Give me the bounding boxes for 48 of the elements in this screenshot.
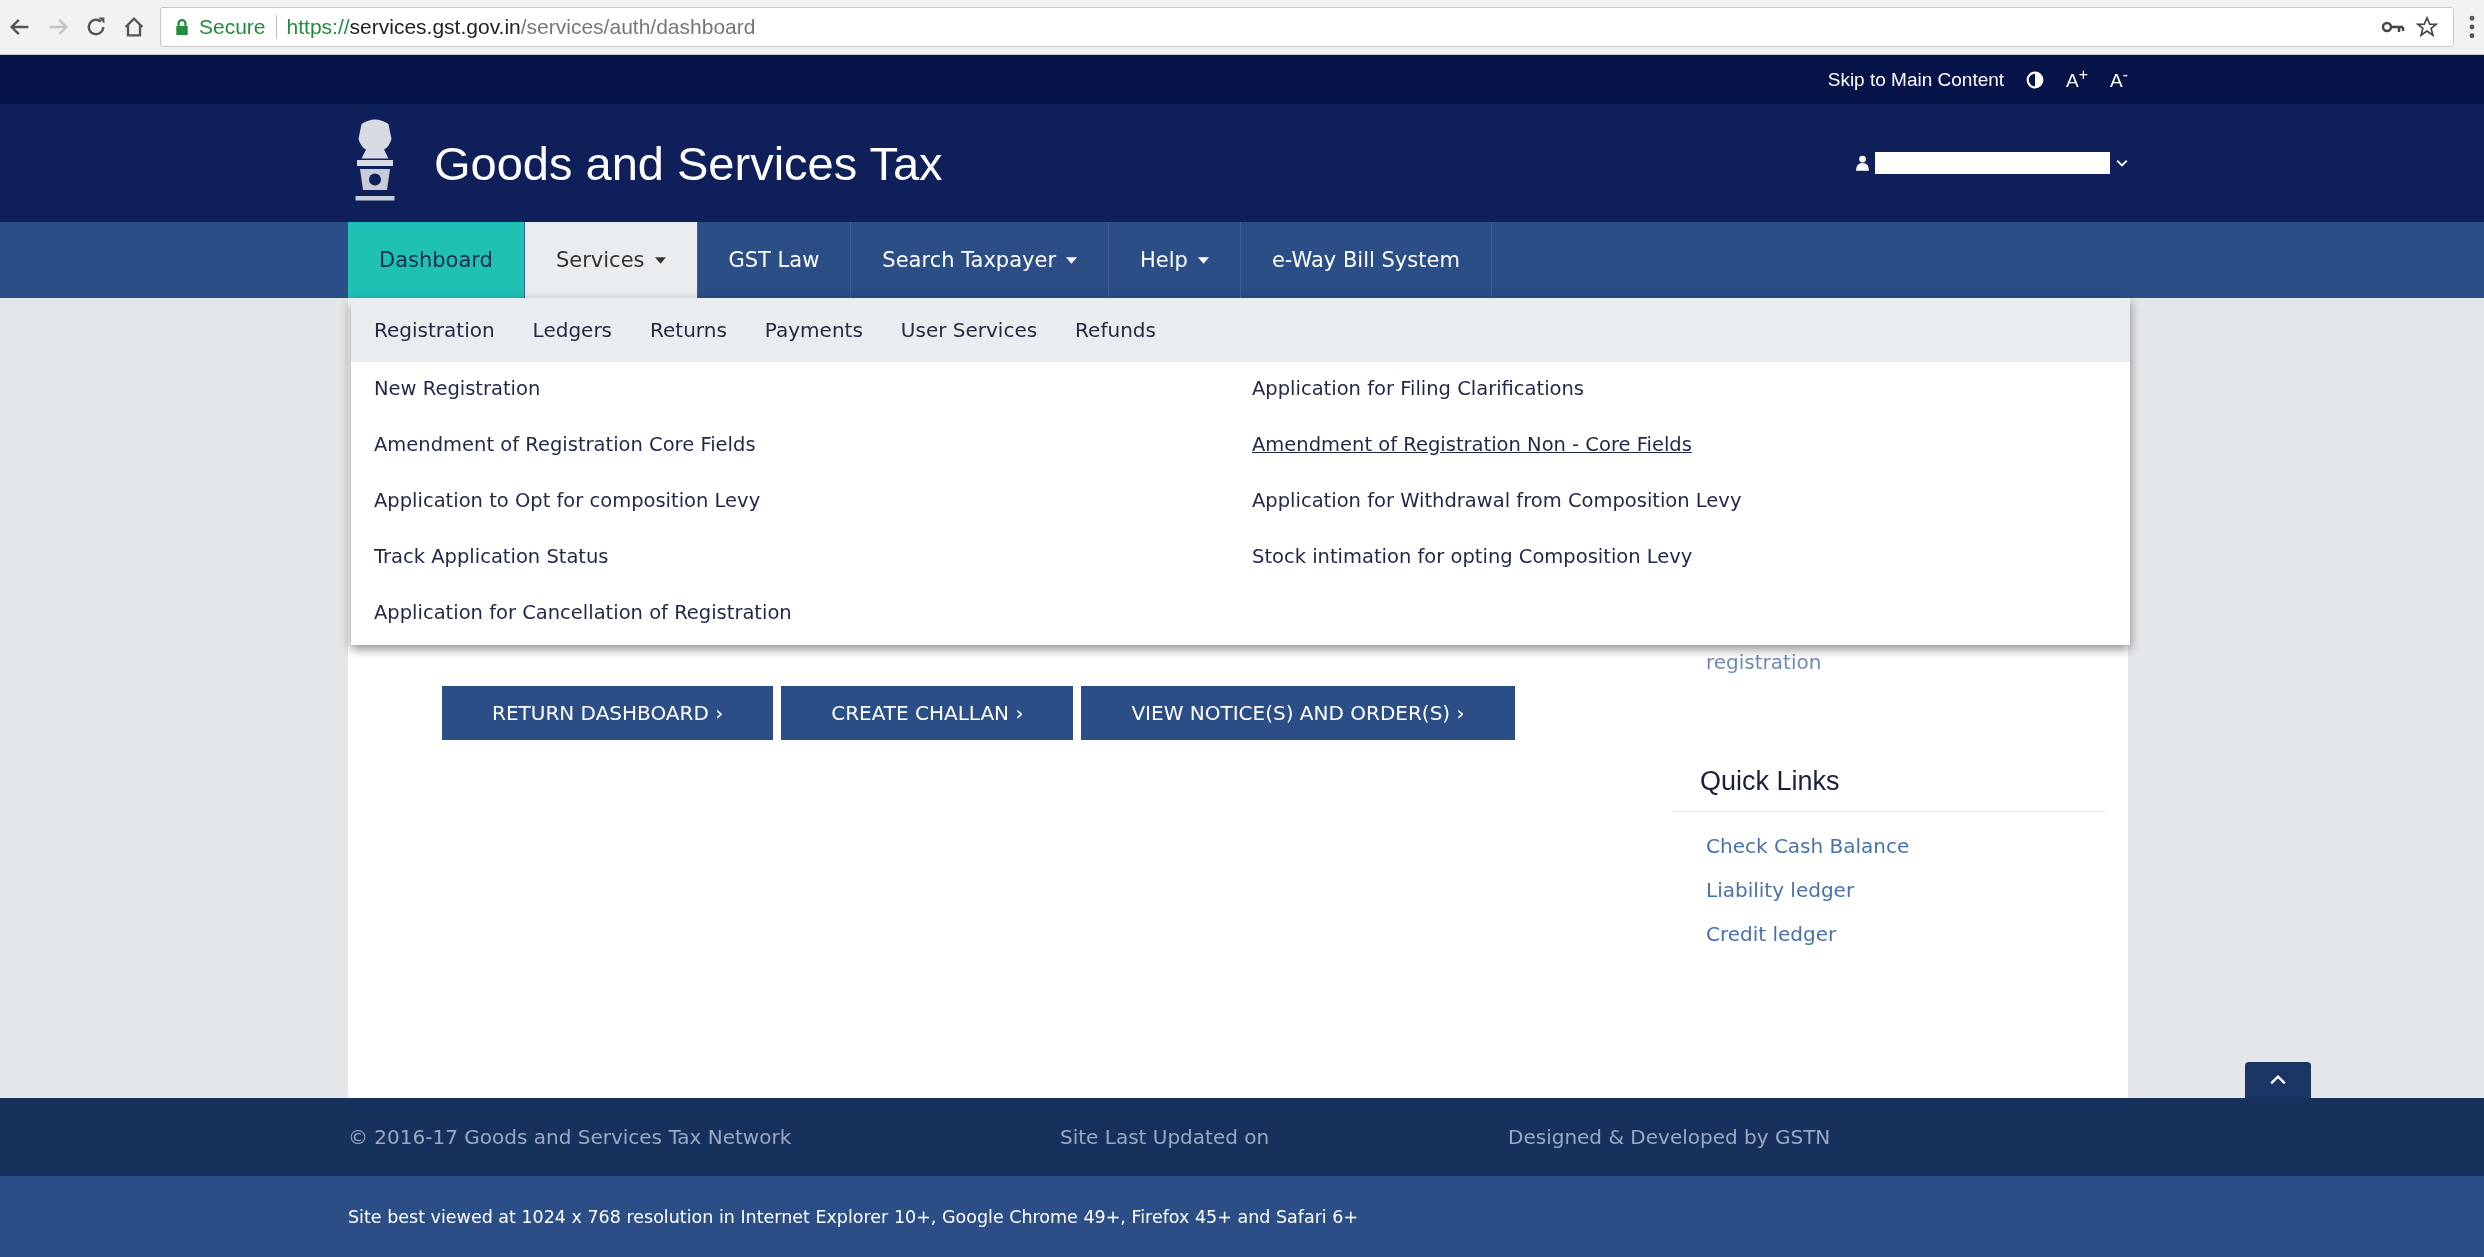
submenu-tab[interactable]: Payments bbox=[764, 318, 863, 342]
link-text[interactable]: registration bbox=[1706, 650, 1822, 674]
menu-item[interactable]: Application for Filing Clarifications bbox=[1252, 374, 1585, 430]
last-updated-text: Site Last Updated on bbox=[1060, 1125, 1271, 1149]
nav-tab[interactable]: Services bbox=[524, 222, 698, 298]
menu-item[interactable]: Application to Opt for composition Levy bbox=[374, 486, 761, 542]
lock-icon bbox=[175, 19, 189, 35]
caret-icon bbox=[1197, 256, 1209, 264]
user-icon bbox=[1856, 155, 1869, 171]
url-text: https://services.gst.gov.in/services/auth/dashboard bbox=[286, 15, 757, 39]
star-icon[interactable] bbox=[2415, 16, 2439, 38]
submenu-tab[interactable]: Refunds bbox=[1075, 318, 1156, 342]
address-bar[interactable]: Secure https://services.gst.gov.in/services/auth/dashboard bbox=[160, 7, 2454, 47]
quick-links-heading: Quick Links bbox=[1672, 674, 2105, 812]
menu-item[interactable]: Application for Cancellation of Registration bbox=[374, 598, 792, 654]
submenu-tab[interactable]: Ledgers bbox=[532, 318, 613, 342]
menu-item[interactable]: Amendment of Registration Core Fields bbox=[374, 430, 756, 486]
action-button[interactable]: VIEW NOTICE(S) AND ORDER(S) › bbox=[1081, 686, 1515, 740]
menu-item[interactable]: New Registration bbox=[374, 374, 541, 430]
browser-note: Site best viewed at 1024 x 768 resolution in Internet Explorer 10+, Google Chrome 49+, Firefox 45+ and Safari 6+ bbox=[348, 1206, 1359, 1227]
menu-item[interactable]: Application for Withdrawal from Composition Levy bbox=[1252, 486, 1742, 542]
quick-link[interactable]: Credit ledger bbox=[1672, 912, 2105, 956]
menu-item[interactable]: Track Application Status bbox=[374, 542, 609, 598]
home-icon[interactable] bbox=[122, 15, 146, 39]
quick-link[interactable]: Liability ledger bbox=[1672, 868, 2105, 912]
chevron-down-icon[interactable] bbox=[2116, 159, 2128, 167]
skip-link[interactable]: Skip to Main Content bbox=[1827, 68, 2005, 91]
nav-tab[interactable]: Dashboard bbox=[348, 222, 525, 298]
caret-icon bbox=[1066, 256, 1077, 264]
menu-item[interactable]: Stock intimation for opting Composition Levy bbox=[1252, 542, 1693, 598]
back-to-top-button[interactable] bbox=[2245, 1062, 2311, 1098]
site-title: Goods and Services Tax bbox=[434, 135, 943, 191]
font-increase-button[interactable]: A$^{+}$ bbox=[2066, 66, 2089, 93]
contrast-icon[interactable] bbox=[2026, 70, 2045, 89]
submenu-tab[interactable]: Registration bbox=[374, 318, 495, 342]
menu-item[interactable]: Amendment of Registration Non - Core Fields bbox=[1252, 430, 1692, 486]
submenu-tab[interactable]: Returns bbox=[650, 318, 727, 342]
font-decrease-button[interactable]: A$^{-}$ bbox=[2110, 66, 2128, 93]
copyright-text: © 2016-17 Goods and Services Tax Network bbox=[348, 1125, 793, 1149]
action-button[interactable]: RETURN DASHBOARD › bbox=[442, 686, 774, 740]
security-label: Secure bbox=[199, 15, 266, 39]
menu-icon[interactable] bbox=[2468, 15, 2476, 39]
chevron-up-icon bbox=[2270, 1075, 2286, 1085]
quick-link[interactable]: Check Cash Balance bbox=[1672, 824, 2105, 868]
caret-icon bbox=[654, 256, 666, 264]
action-button[interactable]: CREATE CHALLAN › bbox=[781, 686, 1074, 740]
submenu-tab[interactable]: User Services bbox=[900, 318, 1038, 342]
developer-credit: Designed & Developed by GSTN bbox=[1508, 1125, 1831, 1149]
